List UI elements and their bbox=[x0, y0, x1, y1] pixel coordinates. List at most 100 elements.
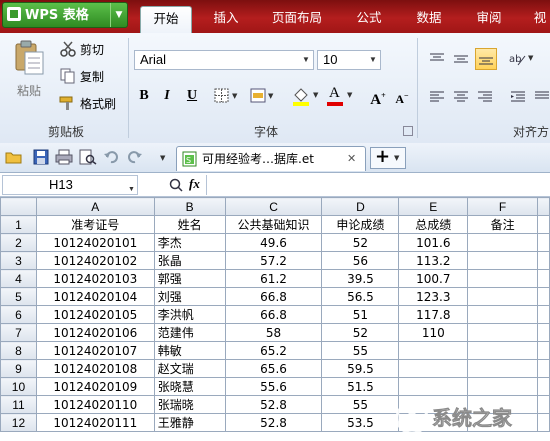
column-header[interactable]: A bbox=[35, 197, 155, 216]
font-name-select[interactable]: Arial ▼ bbox=[134, 50, 314, 70]
cell[interactable] bbox=[467, 359, 538, 378]
cut-button[interactable]: 剪切 bbox=[58, 40, 118, 58]
cell[interactable]: 张晶 bbox=[153, 251, 226, 270]
insert-function-icon[interactable]: fx bbox=[189, 176, 200, 192]
cell[interactable]: 113.2 bbox=[398, 251, 469, 270]
cell[interactable]: 52 bbox=[321, 233, 400, 252]
cell[interactable]: 郭强 bbox=[153, 269, 226, 288]
cell[interactable]: 52.8 bbox=[224, 395, 323, 414]
cell[interactable]: 52 bbox=[321, 323, 400, 342]
cell[interactable]: 56.5 bbox=[321, 287, 400, 306]
cell[interactable] bbox=[537, 251, 550, 270]
cell[interactable]: 范建伟 bbox=[153, 323, 226, 342]
chevron-down-icon[interactable]: ▼ bbox=[299, 51, 313, 69]
cell[interactable]: 59.5 bbox=[321, 359, 400, 378]
cell[interactable]: 110 bbox=[398, 323, 469, 342]
cell[interactable]: 123.3 bbox=[398, 287, 469, 306]
align-middle-button[interactable] bbox=[451, 50, 471, 68]
chevron-down-icon[interactable]: ▼ bbox=[110, 3, 127, 27]
font-dialog-launcher-icon[interactable] bbox=[403, 126, 413, 136]
cell[interactable] bbox=[537, 305, 550, 324]
cell[interactable]: 58 bbox=[224, 323, 323, 342]
cell[interactable]: 55.6 bbox=[224, 377, 323, 396]
cell[interactable]: 117.8 bbox=[398, 305, 469, 324]
redo-icon[interactable] bbox=[127, 149, 143, 165]
new-tab-button[interactable]: + ▼ bbox=[370, 146, 406, 169]
chevron-down-icon[interactable]: ▼ bbox=[268, 92, 273, 100]
cell[interactable]: 66.8 bbox=[224, 287, 323, 306]
cell[interactable] bbox=[537, 323, 550, 342]
paste-button[interactable]: 粘贴 bbox=[8, 40, 50, 102]
row-header[interactable]: 1 bbox=[0, 215, 37, 234]
row-header[interactable]: 5 bbox=[0, 287, 37, 306]
cell[interactable]: 姓名 bbox=[153, 215, 226, 234]
undo-icon[interactable] bbox=[103, 149, 119, 165]
chevron-down-icon[interactable]: ▼ bbox=[366, 51, 380, 69]
cell[interactable] bbox=[398, 377, 469, 396]
cell[interactable]: 55 bbox=[321, 395, 400, 414]
cell[interactable] bbox=[467, 323, 538, 342]
close-icon[interactable]: ✕ bbox=[347, 147, 356, 171]
column-header[interactable]: C bbox=[224, 197, 323, 216]
cell[interactable]: 10124020108 bbox=[35, 359, 155, 378]
cell[interactable]: 韩敏 bbox=[153, 341, 226, 360]
cell[interactable]: 65.6 bbox=[224, 359, 323, 378]
cell[interactable] bbox=[537, 377, 550, 396]
row-header[interactable]: 6 bbox=[0, 305, 37, 324]
cell[interactable]: 101.6 bbox=[398, 233, 469, 252]
cell[interactable]: 赵文瑞 bbox=[153, 359, 226, 378]
cell[interactable]: 公共基础知识 bbox=[224, 215, 323, 234]
cell[interactable]: 张瑞晓 bbox=[153, 395, 226, 414]
cell[interactable] bbox=[537, 269, 550, 288]
cell[interactable]: 10124020110 bbox=[35, 395, 155, 414]
cell[interactable]: 总成绩 bbox=[398, 215, 469, 234]
cell[interactable] bbox=[398, 341, 469, 360]
row-header[interactable]: 12 bbox=[0, 413, 37, 432]
cell[interactable]: 10124020109 bbox=[35, 377, 155, 396]
cell[interactable]: 备注 bbox=[467, 215, 538, 234]
tab-0[interactable]: 开始 bbox=[140, 6, 192, 33]
row-header[interactable]: 9 bbox=[0, 359, 37, 378]
cell[interactable]: 66.8 bbox=[224, 305, 323, 324]
cell[interactable]: 李杰 bbox=[153, 233, 226, 252]
format-painter-button[interactable]: 格式刷 bbox=[58, 94, 122, 112]
chevron-down-icon[interactable]: ▼ bbox=[347, 91, 352, 99]
row-header[interactable]: 2 bbox=[0, 233, 37, 252]
open-folder-icon[interactable] bbox=[5, 149, 23, 165]
underline-button[interactable]: U bbox=[182, 86, 202, 106]
cell[interactable] bbox=[537, 359, 550, 378]
wps-menu-button[interactable]: WPS 表格 ▼ bbox=[2, 2, 128, 28]
cell[interactable]: 准考证号 bbox=[35, 215, 155, 234]
row-header[interactable]: 10 bbox=[0, 377, 37, 396]
cell[interactable]: 61.2 bbox=[224, 269, 323, 288]
cell[interactable] bbox=[467, 251, 538, 270]
tab-3[interactable]: 公式 bbox=[344, 6, 394, 33]
cell[interactable] bbox=[537, 287, 550, 306]
column-header[interactable]: B bbox=[153, 197, 226, 216]
column-header-overflow[interactable] bbox=[537, 197, 550, 216]
tab-4[interactable]: 数据 bbox=[404, 6, 454, 33]
cell[interactable]: 王雅静 bbox=[153, 413, 226, 432]
print-icon[interactable] bbox=[55, 149, 73, 165]
chevron-down-icon[interactable]: ▼ bbox=[394, 154, 399, 162]
italic-button[interactable]: I bbox=[157, 86, 177, 106]
formula-input[interactable] bbox=[206, 175, 550, 195]
row-header[interactable]: 7 bbox=[0, 323, 37, 342]
increase-font-button[interactable]: A+ bbox=[368, 86, 388, 108]
cell[interactable]: 100.7 bbox=[398, 269, 469, 288]
chevron-down-icon[interactable]: ▼ bbox=[160, 154, 165, 162]
cell[interactable]: 53.5 bbox=[321, 413, 400, 432]
align-right-button[interactable] bbox=[475, 88, 495, 106]
cell[interactable] bbox=[467, 377, 538, 396]
tab-1[interactable]: 插入 bbox=[200, 6, 252, 33]
cell[interactable]: 39.5 bbox=[321, 269, 400, 288]
cell[interactable]: 52.8 bbox=[224, 413, 323, 432]
chevron-down-icon[interactable]: ▼ bbox=[232, 92, 237, 100]
row-header[interactable]: 8 bbox=[0, 341, 37, 360]
font-size-select[interactable]: 10 ▼ bbox=[317, 50, 381, 70]
align-top-button[interactable] bbox=[427, 50, 447, 68]
align-left-button[interactable] bbox=[427, 88, 447, 106]
fill-color-button[interactable]: ▼ bbox=[292, 86, 322, 106]
tab-5[interactable]: 审阅 bbox=[464, 6, 514, 33]
cell[interactable] bbox=[398, 359, 469, 378]
